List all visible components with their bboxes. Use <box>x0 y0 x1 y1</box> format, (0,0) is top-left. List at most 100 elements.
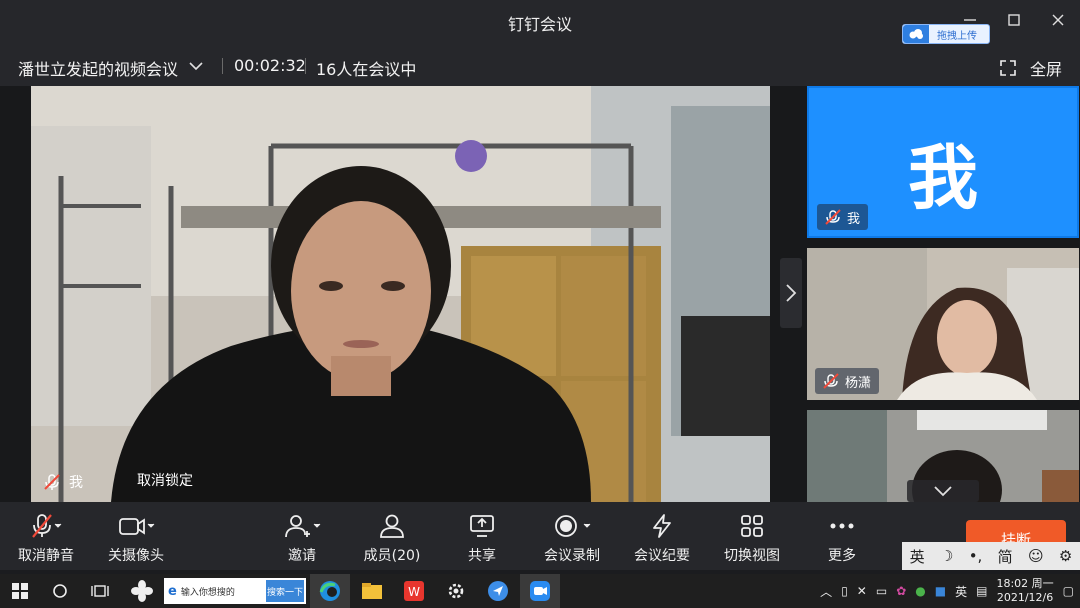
fullscreen-button[interactable]: 全屏 <box>1000 56 1062 80</box>
fullscreen-label: 全屏 <box>1029 60 1062 79</box>
meeting-duration: 00:02:32 <box>234 56 306 75</box>
ime-toolbar[interactable]: 英 ☽ •, 简 ☺ ⚙ <box>902 542 1080 570</box>
meeting-info-bar: 潘世立发起的视频会议 00:02:32 16人在会议中 全屏 <box>0 44 1080 86</box>
ime-tray-icon[interactable]: ■ <box>935 584 946 598</box>
notification-icon[interactable]: ▢ <box>1063 584 1074 598</box>
maximize-button[interactable] <box>1002 10 1026 34</box>
search-input[interactable]: e 输入你想搜的 <box>166 580 266 602</box>
chevron-up-icon[interactable]: ︿ <box>820 583 832 600</box>
folder-icon[interactable] <box>360 579 384 603</box>
members-button[interactable]: 成员(20) <box>348 512 436 565</box>
camera-off-button[interactable]: 关摄像头 <box>92 512 180 565</box>
edge-app[interactable] <box>310 574 350 608</box>
chevron-down-icon[interactable] <box>188 58 204 77</box>
fullscreen-icon <box>1000 60 1016 76</box>
moon-icon[interactable]: ☽ <box>940 547 953 565</box>
camera-off-label: 关摄像头 <box>108 548 164 564</box>
main-video-feed <box>31 86 770 502</box>
tile-label: 杨潇 <box>815 368 880 394</box>
edge-icon <box>318 579 342 603</box>
meeting-name[interactable]: 潘世立发起的视频会议 <box>18 56 178 80</box>
share-button[interactable]: 共享 <box>438 512 526 565</box>
notes-button[interactable]: 会议纪要 <box>618 512 706 565</box>
next-page-button[interactable] <box>780 258 802 328</box>
upload-chip[interactable]: 拖拽上传 <box>902 24 990 44</box>
divider <box>305 58 306 74</box>
ime-lang[interactable]: 英 <box>910 546 925 567</box>
dingtalk-meeting-app[interactable] <box>520 574 560 608</box>
record-label: 会议录制 <box>544 548 600 564</box>
emoji-icon[interactable]: ☺ <box>1028 547 1044 565</box>
punctuation-icon[interactable]: •, <box>969 547 983 565</box>
tile-name: 我 <box>847 211 861 227</box>
mic-muted-icon <box>2 512 90 540</box>
notes-label: 会议纪要 <box>634 548 690 564</box>
clock[interactable]: 18:02 周一 2021/12/6 <box>996 577 1053 605</box>
network-icon[interactable]: ▤ <box>976 584 987 598</box>
usb-icon[interactable]: ▯ <box>841 584 848 598</box>
camera-icon <box>92 512 180 540</box>
fan-app-icon[interactable] <box>130 579 154 603</box>
share-label: 共享 <box>468 548 496 564</box>
unmute-label: 取消静音 <box>18 548 74 564</box>
security-icon[interactable]: ● <box>915 584 925 598</box>
mic-muted-icon <box>823 373 839 389</box>
dingtalk-icon <box>528 579 552 603</box>
invite-label: 邀请 <box>288 548 316 564</box>
notes-icon <box>618 512 706 540</box>
chevron-right-icon <box>786 284 797 302</box>
switch-view-label: 切换视图 <box>724 548 780 564</box>
members-icon <box>348 512 436 540</box>
tray-lang[interactable]: 英 <box>955 583 967 600</box>
settings-icon[interactable] <box>444 579 468 603</box>
search-button[interactable]: 搜索一下 <box>266 580 304 602</box>
share-screen-icon <box>438 512 526 540</box>
unmute-button[interactable]: 取消静音 <box>2 512 90 565</box>
main-participant-name: 我 <box>69 475 83 491</box>
switch-view-button[interactable]: 切换视图 <box>708 512 796 565</box>
upload-chip-label: 拖拽上传 <box>937 30 977 42</box>
search-placeholder: 输入你想搜的 <box>180 587 235 598</box>
members-label: 成员(20) <box>363 548 421 564</box>
ie-icon: e <box>168 583 177 599</box>
main-participant-label: 我 <box>43 472 83 492</box>
svg-text:W: W <box>408 585 420 599</box>
wps-icon[interactable]: W <box>402 579 426 603</box>
record-button[interactable]: 会议录制 <box>528 512 616 565</box>
battery-icon[interactable]: ▭ <box>876 584 887 598</box>
windows-start-icon[interactable] <box>8 579 32 603</box>
gear-icon[interactable]: ⚙ <box>1059 547 1072 565</box>
more-icon <box>798 512 886 540</box>
ime-mode[interactable]: 简 <box>998 546 1013 567</box>
feishu-icon[interactable] <box>486 579 510 603</box>
close-icon <box>1052 14 1064 26</box>
mic-muted-icon <box>825 209 841 225</box>
cortana-icon[interactable] <box>48 579 72 603</box>
participant-tile[interactable]: 杨潇 <box>807 248 1079 400</box>
clock-time: 18:02 周一 <box>996 577 1054 590</box>
participant-tile-me[interactable]: 我 我 <box>807 86 1079 238</box>
more-button[interactable]: 更多 <box>798 512 886 565</box>
grid-view-icon <box>708 512 796 540</box>
windows-taskbar: e 输入你想搜的 搜索一下 W ︿ ▯ ✕ ▭ ✿ ● ■ 英 ▤ 18:02 … <box>0 574 1080 608</box>
scroll-down-button[interactable] <box>907 480 979 502</box>
main-video[interactable]: 我 取消锁定 <box>31 86 770 502</box>
meeting-toolbar: 取消静音 关摄像头 邀请 成员(20) 共享 会议录制 会议纪要 切换视图 更多… <box>0 502 1080 570</box>
volume-muted-icon[interactable]: ✕ <box>857 584 867 598</box>
video-stage: 我 取消锁定 我 我 杨潇 <box>0 86 1080 502</box>
unlock-button[interactable]: 取消锁定 <box>137 470 193 490</box>
participant-count[interactable]: 16人在会议中 <box>316 56 416 80</box>
taskbar-search[interactable]: e 输入你想搜的 搜索一下 <box>164 578 306 604</box>
clock-date: 2021/12/6 <box>996 591 1054 604</box>
task-view-icon[interactable] <box>88 579 112 603</box>
mic-muted-icon <box>44 474 60 490</box>
invite-button[interactable]: 邀请 <box>258 512 346 565</box>
meeting-window: 钉钉会议 拖拽上传 潘世立发起的视频会议 00:02:32 16人在会议中 全屏… <box>0 0 1080 608</box>
record-icon <box>528 512 616 540</box>
tile-name: 杨潇 <box>845 375 872 391</box>
close-button[interactable] <box>1046 10 1070 34</box>
app-tray-icon[interactable]: ✿ <box>896 584 906 598</box>
system-tray: ︿ ▯ ✕ ▭ ✿ ● ■ 英 ▤ 18:02 周一 2021/12/6 ▢ <box>820 574 1074 608</box>
maximize-icon <box>1008 14 1020 26</box>
title-bar: 钉钉会议 拖拽上传 <box>0 0 1080 44</box>
